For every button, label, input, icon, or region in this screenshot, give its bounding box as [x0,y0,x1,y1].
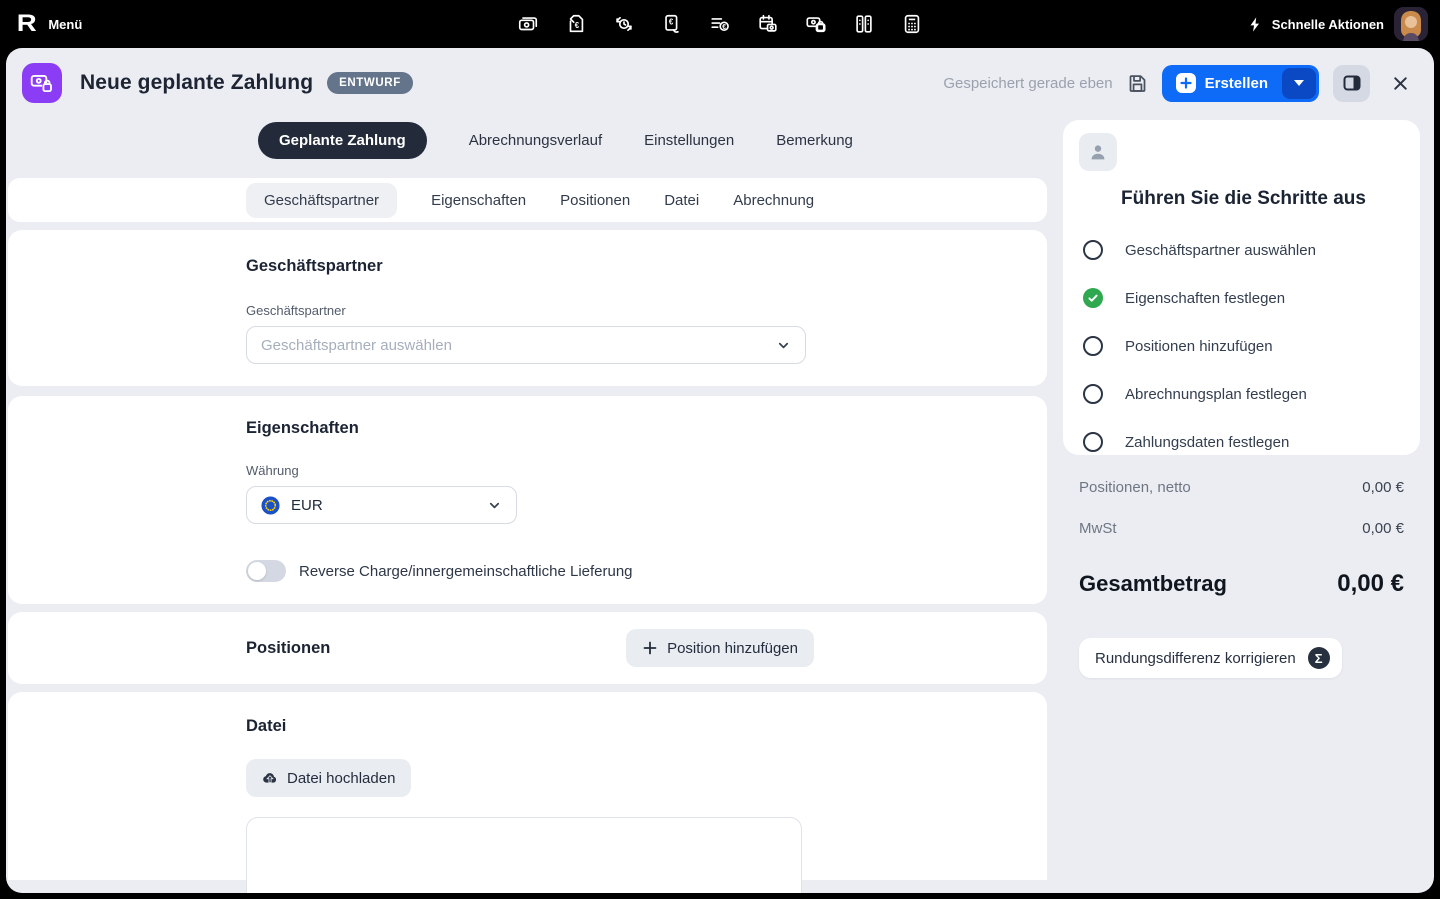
payment-bag-icon[interactable] [805,13,827,35]
upload-cloud-icon [263,773,277,784]
quick-actions-button[interactable]: Schnelle Aktionen [1247,16,1384,33]
fix-rounding-difference-button[interactable]: Rundungsdifferenz korrigieren Σ [1079,638,1342,678]
saved-status-text: Gespeichert gerade eben [943,74,1113,92]
tab-abrechnungsverlauf[interactable]: Abrechnungsverlauf [469,132,602,149]
section-heading-positionen: Positionen [246,638,331,657]
time-sync-icon[interactable] [613,13,635,35]
modal-header: Neue geplante Zahlung ENTWURF Gespeicher… [6,48,1434,118]
scheduled-payment-modal: Neue geplante Zahlung ENTWURF Gespeicher… [6,48,1434,893]
main-tabs: Geplante Zahlung Abrechnungsverlauf Eins… [258,120,853,160]
eu-flag-icon [261,495,280,515]
currency-select[interactable]: EUR [246,486,517,524]
close-button[interactable] [1388,71,1412,95]
partner-field-label: Geschäftspartner [246,303,346,318]
svg-text:€: € [669,17,674,26]
tab-bemerkung[interactable]: Bemerkung [776,132,853,149]
step-item: Abrechnungsplan festlegen [1079,370,1404,418]
section-datei: Datei Datei hochladen [8,692,1047,893]
step-item: Positionen hinzufügen [1079,322,1404,370]
app-logo[interactable]: R [17,10,37,38]
cash-icon[interactable] [517,13,539,35]
vat-value: 0,00 € [1362,520,1404,537]
archive-icon[interactable] [853,13,875,35]
calendar-payment-icon[interactable] [757,13,779,35]
section-subtabs: Geschäftspartner Eigenschaften Positione… [8,178,1047,222]
subtab-abrechnung[interactable]: Abrechnung [733,192,814,209]
section-heading-datei: Datei [246,717,287,735]
vat-label: MwSt [1079,520,1117,537]
section-heading-partner: Geschäftspartner [246,257,383,275]
section-positionen: Positionen Position hinzufügen [8,612,1047,684]
subtab-geschaeftspartner[interactable]: Geschäftspartner [246,182,398,218]
section-heading-eigenschaften: Eigenschaften [246,419,359,437]
list-euro-icon[interactable]: € [709,13,731,35]
step-item: Geschäftspartner auswählen [1079,226,1404,274]
scheduled-payment-icon [22,63,62,103]
person-icon [1079,133,1117,171]
step-item: Eigenschaften festlegen [1079,274,1404,322]
invoice-refresh-icon[interactable]: € [565,13,587,35]
right-sidebar: Führen Sie die Schritte aus Geschäftspar… [1063,120,1420,678]
file-dropzone[interactable] [246,817,802,893]
create-dropdown-button[interactable] [1282,67,1316,99]
plus-icon [1175,73,1196,93]
tab-einstellungen[interactable]: Einstellungen [644,132,734,149]
totals-summary: Positionen, netto 0,00 € MwSt 0,00 € Ges… [1063,479,1420,598]
steps-card: Führen Sie die Schritte aus Geschäftspar… [1063,120,1420,455]
net-value: 0,00 € [1362,479,1404,496]
chevron-down-icon [487,498,502,513]
side-panel-icon [1343,75,1360,91]
section-geschaeftspartner: Geschäftspartner Geschäftspartner Geschä… [8,230,1047,386]
close-icon [1393,76,1407,90]
toggle-side-panel-button[interactable] [1333,64,1370,102]
step-circle-empty-icon [1083,432,1103,452]
chevron-down-icon [776,338,791,353]
topbar-nav-icons: € € € [517,0,923,48]
user-avatar[interactable] [1394,7,1428,41]
step-circle-empty-icon [1083,240,1103,260]
currency-field-label: Währung [246,463,299,478]
plus-icon [643,641,657,655]
quick-actions-label: Schnelle Aktionen [1271,16,1384,32]
add-position-button[interactable]: Position hinzufügen [626,629,814,667]
total-value: 0,00 € [1337,570,1404,597]
subtab-eigenschaften[interactable]: Eigenschaften [431,192,526,209]
document-euro-icon[interactable]: € [661,13,683,35]
reverse-charge-label: Reverse Charge/innergemeinschaftliche Li… [299,562,633,580]
create-button[interactable]: Erstellen [1161,64,1319,102]
sigma-icon: Σ [1307,647,1330,669]
lightning-icon [1250,16,1259,32]
reverse-charge-toggle[interactable] [246,560,286,582]
subtab-datei[interactable]: Datei [664,192,699,209]
subtab-positionen[interactable]: Positionen [560,192,630,209]
step-item: Zahlungsdaten festlegen [1079,418,1404,466]
form-content: Geschäftspartner Eigenschaften Positione… [8,178,1047,893]
step-circle-check-icon [1083,288,1103,308]
partner-select[interactable]: Geschäftspartner auswählen [246,326,806,364]
topbar: R Menü € € € Schnelle Aktionen [0,0,1440,48]
steps-heading: Führen Sie die Schritte aus [1121,188,1366,209]
total-label: Gesamtbetrag [1079,571,1227,596]
upload-file-button[interactable]: Datei hochladen [246,759,412,797]
step-circle-empty-icon [1083,336,1103,356]
status-badge: ENTWURF [327,72,413,94]
calculator-icon[interactable] [901,13,923,35]
menu-button[interactable]: Menü [48,17,82,32]
svg-text:€: € [722,24,726,31]
step-circle-empty-icon [1083,384,1103,404]
page-title: Neue geplante Zahlung [80,71,314,94]
caret-down-icon [1294,80,1304,86]
svg-text:€: € [575,21,580,30]
net-label: Positionen, netto [1079,479,1191,496]
save-icon[interactable] [1127,73,1148,94]
section-eigenschaften: Eigenschaften Währung EUR Reverse Charge… [8,396,1047,604]
tab-geplante-zahlung[interactable]: Geplante Zahlung [258,121,427,159]
screen: R Menü € € € Schnelle Aktionen Neue gepl… [0,0,1440,899]
